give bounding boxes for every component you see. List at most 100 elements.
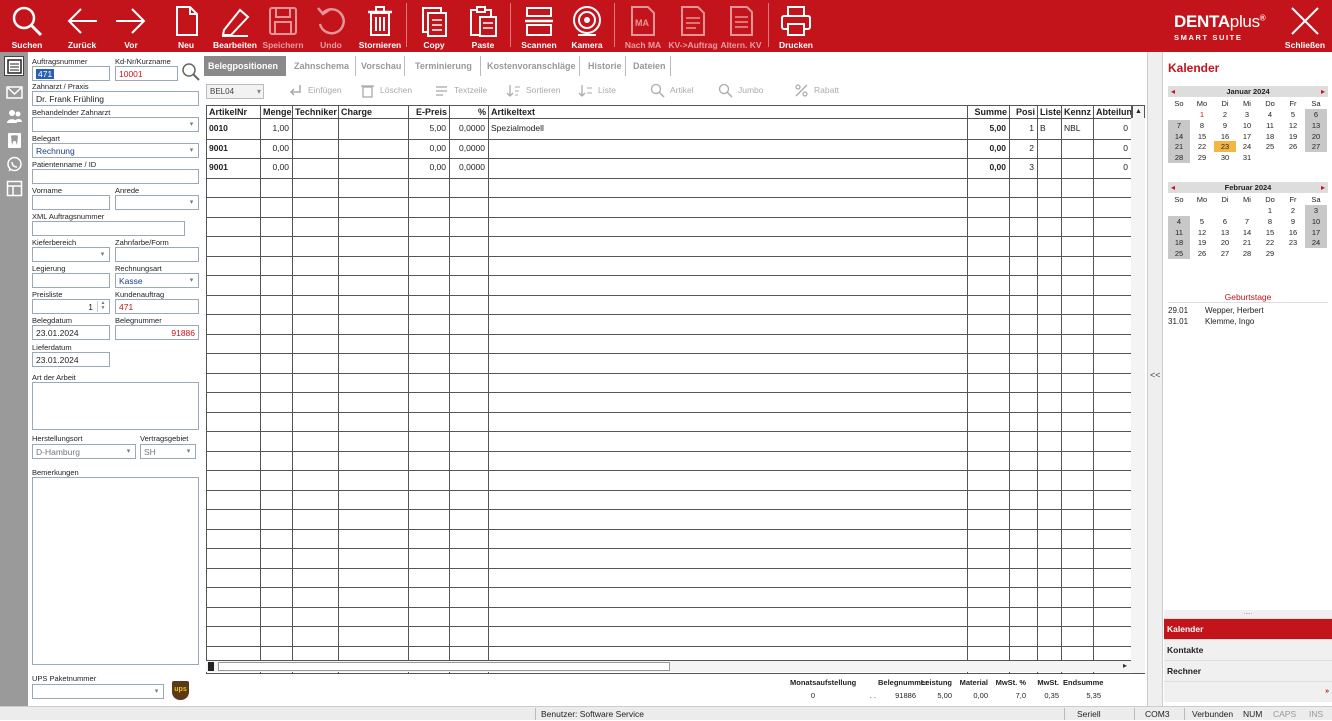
table-cell[interactable]: 0 [1094, 119, 1130, 138]
calendar-day[interactable]: 4 [1168, 216, 1190, 227]
alloy-field[interactable] [32, 273, 110, 288]
table-cell[interactable] [339, 139, 407, 158]
table-cell[interactable] [489, 158, 966, 177]
table-cell[interactable]: 0010 [207, 119, 259, 138]
table-cell[interactable] [293, 158, 337, 177]
xml-order-field[interactable] [32, 221, 185, 236]
calendar-day[interactable]: 2 [1282, 205, 1304, 216]
calendar-day[interactable]: 18 [1168, 237, 1190, 248]
calendar-day[interactable]: 8 [1191, 120, 1213, 131]
vertical-scrollbar[interactable] [1131, 118, 1145, 673]
calendar-day[interactable]: 20 [1214, 237, 1236, 248]
sort-button[interactable]: Sortieren [506, 80, 561, 100]
table-cell[interactable]: 0,0000 [450, 139, 487, 158]
scan-button[interactable]: Scannen [518, 2, 560, 50]
column-header[interactable]: Posi [1010, 106, 1038, 119]
table-row[interactable]: 9001 0,00 0,00 0,0000 0,00 3 0 [207, 158, 1132, 177]
text-line-button[interactable]: Textzeile [434, 80, 487, 100]
table-cell[interactable]: 0,00 [261, 139, 291, 158]
tooth-module-button[interactable] [4, 130, 24, 150]
calendar-day[interactable]: 3 [1236, 109, 1258, 120]
calendar-day[interactable]: 24 [1236, 141, 1258, 152]
first-name-field[interactable] [32, 195, 110, 210]
calendar-day[interactable]: 22 [1259, 237, 1281, 248]
calendar-day[interactable]: 26 [1282, 141, 1304, 152]
calendar-day[interactable]: 13 [1305, 120, 1327, 131]
layout-module-button[interactable] [4, 178, 24, 198]
insert-button[interactable]: Einfügen [288, 80, 342, 100]
contract-region-dropdown[interactable]: SH ▾ [140, 444, 196, 459]
calendar-day[interactable]: 5 [1191, 216, 1213, 227]
remarks-textarea[interactable] [32, 477, 199, 665]
calendar-day[interactable]: 19 [1191, 237, 1213, 248]
calendar-day[interactable]: 9 [1214, 120, 1236, 131]
table-row[interactable]: 9001 0,00 0,00 0,0000 0,00 2 0 [207, 139, 1132, 158]
column-header[interactable]: Liste [1038, 106, 1062, 119]
calendar-day[interactable]: 25 [1259, 141, 1281, 152]
table-cell[interactable]: 0,00 [968, 158, 1008, 177]
documents-module-button[interactable] [4, 56, 24, 76]
calendar-day[interactable]: 23 [1282, 237, 1304, 248]
article-search-button[interactable]: Artikel [650, 80, 694, 100]
whatsapp-module-button[interactable] [4, 154, 24, 174]
calendar-day[interactable]: 22 [1191, 141, 1213, 152]
table-cell[interactable]: 2 [1010, 139, 1036, 158]
birthday-name[interactable]: Klemme, Ingo [1205, 317, 1254, 326]
calendar-day[interactable]: 27 [1214, 248, 1236, 259]
customer-number-field[interactable]: 10001 [115, 66, 178, 81]
table-cell[interactable]: 0,0000 [450, 119, 487, 138]
panel-splitter[interactable]: << [1147, 52, 1163, 707]
calendar-day[interactable]: 3 [1305, 205, 1327, 216]
collapse-panel-icon[interactable]: << [1150, 370, 1161, 380]
cancel-storno-button[interactable]: Stornieren [358, 2, 402, 50]
table-cell[interactable] [1062, 158, 1092, 177]
column-header[interactable]: Menge [261, 106, 293, 119]
customer-search-button[interactable] [181, 62, 201, 82]
edit-button[interactable]: Bearbeiten [212, 2, 258, 50]
search-button[interactable]: Suchen [8, 2, 46, 50]
spin-arrows-icon[interactable]: ▲ ▼ [97, 301, 108, 312]
mail-module-button[interactable] [4, 82, 24, 102]
ups-tracking-dropdown[interactable]: ▾ [32, 684, 164, 699]
paste-button[interactable]: Paste [463, 2, 503, 50]
table-cell[interactable] [489, 139, 966, 158]
tab-historie[interactable]: Historie [584, 56, 626, 76]
copy-button[interactable]: Copy [414, 2, 454, 50]
jumbo-search-button[interactable]: Jumbo [718, 80, 764, 100]
calendar-day[interactable]: 6 [1214, 216, 1236, 227]
document-template-dropdown[interactable]: BEL04 ▾ [206, 84, 264, 99]
calendar-day[interactable]: 1 [1259, 205, 1281, 216]
table-cell[interactable]: Spezialmodell [489, 119, 966, 138]
table-cell[interactable]: 0,00 [968, 139, 1008, 158]
salutation-dropdown[interactable]: ▾ [115, 195, 199, 210]
panel-resize-grip[interactable]: ..... [1164, 610, 1332, 618]
delete-button[interactable]: Löschen [360, 80, 412, 100]
calendar-day[interactable]: 25 [1168, 248, 1190, 259]
nav-more[interactable]: » [1164, 681, 1332, 702]
alternative-estimate-button[interactable]: Altern. KV [720, 2, 762, 50]
next-month-icon[interactable]: ▸ [1318, 86, 1328, 97]
treating-dentist-dropdown[interactable]: ▾ [32, 117, 199, 132]
camera-button[interactable]: Kamera [566, 2, 608, 50]
calendar-day[interactable]: 29 [1259, 248, 1281, 259]
document-type-dropdown[interactable]: Rechnung ▾ [32, 143, 199, 158]
nav-kalender[interactable]: Kalender [1164, 618, 1332, 639]
table-cell[interactable]: 0 [1094, 158, 1130, 177]
order-number-field[interactable]: 471 [32, 66, 110, 81]
nav-rechner[interactable]: Rechner [1164, 660, 1332, 681]
column-header[interactable]: Abteilun [1094, 106, 1132, 119]
column-header[interactable]: % [450, 106, 489, 119]
column-header[interactable]: Techniker [293, 106, 339, 119]
table-cell[interactable]: 9001 [207, 158, 259, 177]
invoice-type-dropdown[interactable]: Kasse ▾ [115, 273, 199, 288]
table-cell[interactable]: 0,00 [409, 158, 448, 177]
calendar-day[interactable]: 10 [1305, 216, 1327, 227]
calendar-day[interactable]: 29 [1191, 152, 1213, 163]
calendar-day[interactable]: 5 [1282, 109, 1304, 120]
undo-button[interactable]: Undo [312, 2, 350, 50]
table-cell[interactable]: 3 [1010, 158, 1036, 177]
table-cell[interactable]: 0,0000 [450, 158, 487, 177]
patient-field[interactable] [32, 169, 199, 184]
calendar-day[interactable]: 1 [1191, 109, 1213, 120]
table-cell[interactable]: 1 [1010, 119, 1036, 138]
